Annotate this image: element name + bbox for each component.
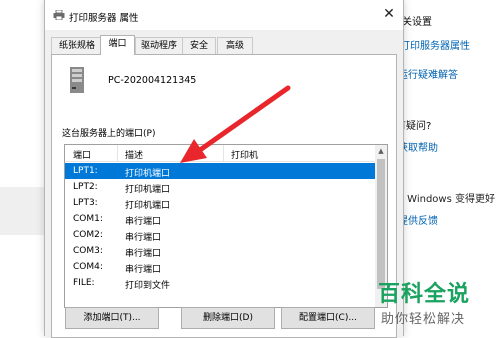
close-icon: ✕ bbox=[383, 6, 395, 22]
description-cell: 串行端口 bbox=[125, 217, 162, 227]
description-cell: 打印到文件 bbox=[125, 281, 171, 291]
table-row[interactable]: LPT3: 打印机端口 bbox=[65, 195, 375, 211]
column-header-printer[interactable]: 打印机 bbox=[231, 148, 258, 161]
description-cell: 串行端口 bbox=[125, 249, 162, 259]
feedback-link[interactable]: 提供反馈 bbox=[398, 212, 438, 227]
tab-label: 高级 bbox=[225, 41, 244, 51]
configure-port-button[interactable]: 配置端口(C)... bbox=[281, 307, 375, 329]
server-icon bbox=[70, 67, 84, 93]
table-row[interactable]: COM2: 串行端口 bbox=[65, 227, 375, 243]
port-cell: LPT2: bbox=[73, 182, 98, 192]
tab-ports[interactable]: 端口 bbox=[100, 35, 135, 55]
ports-list[interactable]: 端口 描述 打印机 LPT1: 打印机端口 LPT2: 打印机端口 LPT3: … bbox=[64, 144, 388, 308]
tab-drivers[interactable]: 驱动程序 bbox=[135, 37, 183, 54]
improve-windows-text: 让 Windows 变得更好 bbox=[394, 194, 495, 205]
tab-label: 纸张规格 bbox=[58, 41, 95, 51]
watermark-logo: 百科全说 bbox=[378, 282, 471, 307]
tab-label: 驱动程序 bbox=[140, 41, 177, 51]
tab-label: 端口 bbox=[108, 39, 127, 49]
description-cell: 串行端口 bbox=[125, 233, 162, 243]
port-cell: COM1: bbox=[73, 214, 103, 224]
description-cell: 打印机端口 bbox=[125, 185, 171, 195]
port-cell: LPT1: bbox=[73, 166, 98, 176]
column-header-port[interactable]: 端口 bbox=[73, 148, 91, 161]
troubleshoot-link[interactable]: 运行疑难解答 bbox=[398, 66, 458, 81]
description-cell: 打印机端口 bbox=[125, 201, 171, 211]
table-row[interactable]: COM3: 串行端口 bbox=[65, 243, 375, 259]
scroll-up-arrow-icon[interactable]: ▲ bbox=[375, 145, 387, 157]
get-help-link[interactable]: 获取帮助 bbox=[398, 139, 438, 154]
port-cell: COM2: bbox=[73, 230, 103, 240]
scrollbar-thumb[interactable] bbox=[377, 159, 385, 289]
table-row[interactable]: LPT2: 打印机端口 bbox=[65, 179, 375, 195]
print-server-properties-dialog: 打印服务器 属性 ✕ 纸张规格 端口 驱动程序 安全 高级 PC-2020041… bbox=[44, 0, 404, 338]
ports-panel: PC-202004121345 这台服务器上的端口(P) 端口 描述 打印机 L… bbox=[51, 54, 397, 338]
tab-advanced[interactable]: 高级 bbox=[217, 37, 253, 54]
watermark-subtitle: 助你轻松解决 bbox=[381, 312, 466, 327]
settings-nav-highlight bbox=[0, 187, 44, 235]
table-row[interactable]: COM4: 串行端口 bbox=[65, 259, 375, 275]
delete-port-button[interactable]: 删除端口(D) bbox=[181, 307, 275, 329]
description-cell: 串行端口 bbox=[125, 265, 162, 275]
table-row[interactable]: LPT1: 打印机端口 bbox=[65, 163, 375, 179]
port-cell: COM4: bbox=[73, 262, 103, 272]
printer-icon bbox=[53, 10, 65, 20]
tab-label: 安全 bbox=[189, 41, 208, 51]
tab-paper-sizes[interactable]: 纸张规格 bbox=[51, 37, 103, 54]
port-cell: COM3: bbox=[73, 246, 103, 256]
table-row[interactable]: FILE: 打印到文件 bbox=[65, 275, 375, 291]
print-server-properties-link[interactable]: 打印服务器属性 bbox=[400, 37, 470, 52]
column-header-description[interactable]: 描述 bbox=[125, 148, 143, 161]
ports-list-label: 这台服务器上的端口(P) bbox=[62, 129, 156, 139]
port-cell: FILE: bbox=[73, 278, 95, 288]
port-cell: LPT3: bbox=[73, 198, 98, 208]
tab-security[interactable]: 安全 bbox=[182, 37, 216, 54]
list-header: 端口 描述 打印机 bbox=[65, 145, 387, 162]
column-separator[interactable] bbox=[223, 145, 224, 161]
column-separator[interactable] bbox=[117, 145, 118, 161]
close-button[interactable]: ✕ bbox=[379, 4, 399, 24]
dialog-titlebar[interactable]: 打印服务器 属性 ✕ bbox=[45, 0, 403, 30]
dialog-title: 打印服务器 属性 bbox=[69, 13, 139, 24]
server-name: PC-202004121345 bbox=[108, 75, 197, 86]
description-cell: 打印机端口 bbox=[125, 169, 171, 179]
table-row[interactable]: COM1: 串行端口 bbox=[65, 211, 375, 227]
tab-strip: 纸张规格 端口 驱动程序 安全 高级 bbox=[51, 35, 397, 55]
add-port-button[interactable]: 添加端口(T)... bbox=[65, 307, 159, 329]
